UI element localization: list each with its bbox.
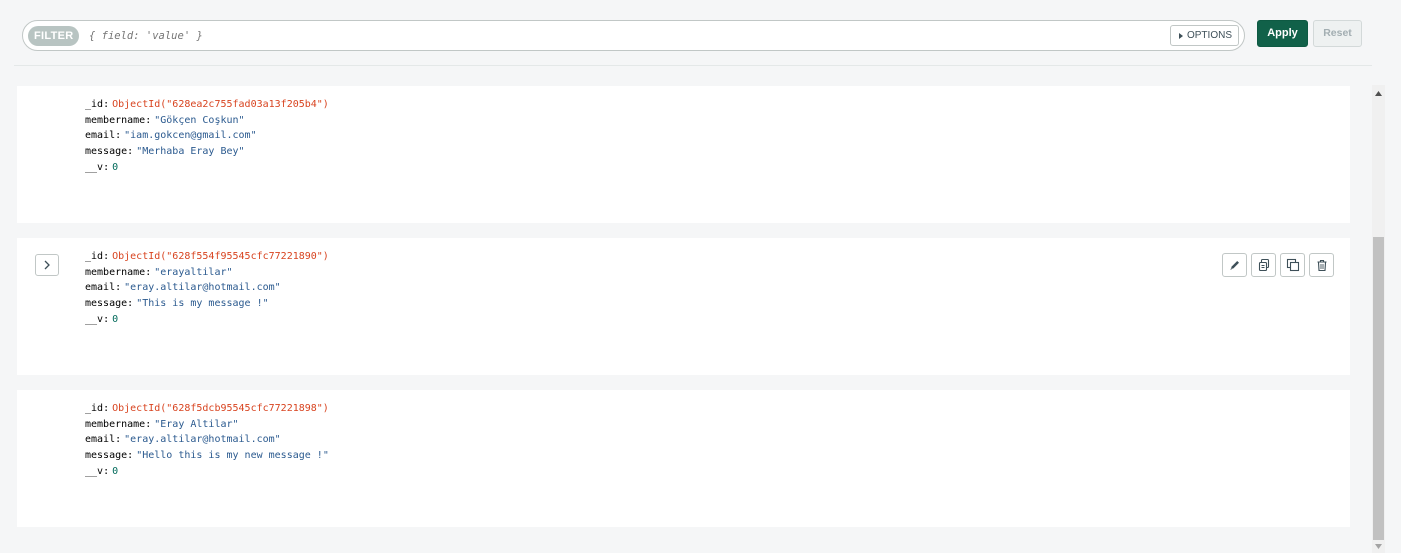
field-v: __v: 0 bbox=[85, 161, 119, 173]
field-key: _id bbox=[85, 403, 104, 414]
scrollbar-thumb[interactable] bbox=[1373, 237, 1384, 540]
field-key: membername bbox=[85, 418, 146, 430]
clone-document-button[interactable] bbox=[1280, 253, 1305, 277]
options-button[interactable]: OPTIONS bbox=[1169, 25, 1239, 46]
document-fields: _id: ObjectId("628ea2c755fad03a13f205b4")… bbox=[85, 97, 329, 175]
vertical-scrollbar[interactable] bbox=[1372, 85, 1385, 553]
field-key: _id bbox=[85, 251, 104, 262]
apply-button[interactable]: Apply bbox=[1257, 20, 1308, 47]
field-key: __v bbox=[85, 465, 104, 477]
field-value[interactable]: "Gökçen Coşkun" bbox=[154, 115, 244, 126]
trash-icon bbox=[1317, 259, 1326, 271]
field-key: membername bbox=[85, 114, 146, 126]
field-id: _id: ObjectId("628f5dcb95545cfc77221898") bbox=[85, 403, 329, 414]
options-label: OPTIONS bbox=[1186, 30, 1232, 41]
field-message: message: "This is my message !" bbox=[85, 298, 269, 310]
field-key: __v bbox=[85, 313, 104, 325]
filter-input[interactable] bbox=[89, 26, 1159, 46]
field-value[interactable]: "Merhaba Eray Bey" bbox=[136, 146, 244, 157]
field-value[interactable]: ObjectId("628f5dcb95545cfc77221898") bbox=[112, 403, 329, 414]
field-id: _id: ObjectId("628ea2c755fad03a13f205b4") bbox=[85, 99, 329, 110]
field-value[interactable]: 0 bbox=[112, 314, 118, 325]
document-fields: _id: ObjectId("628f5dcb95545cfc77221898")… bbox=[85, 401, 329, 479]
field-key: email bbox=[85, 282, 116, 294]
field-key: email bbox=[85, 434, 116, 446]
field-membername: membername: "Gökçen Coşkun" bbox=[85, 114, 245, 126]
field-value[interactable]: 0 bbox=[112, 466, 118, 477]
document-card: _id: ObjectId("628f554f95545cfc77221890")… bbox=[17, 238, 1350, 375]
field-value[interactable]: "eray.altilar@hotmail.com" bbox=[124, 282, 281, 293]
field-value[interactable]: ObjectId("628f554f95545cfc77221890") bbox=[112, 251, 329, 262]
field-value[interactable]: "Eray Altilar" bbox=[154, 419, 238, 430]
field-value[interactable]: "erayaltilar" bbox=[154, 267, 232, 278]
document-actions bbox=[1222, 253, 1334, 277]
chevron-right-icon bbox=[44, 260, 50, 270]
field-value[interactable]: "This is my message !" bbox=[136, 298, 268, 309]
field-v: __v: 0 bbox=[85, 313, 119, 325]
field-value[interactable]: "Hello this is my new message !" bbox=[136, 450, 329, 461]
scroll-down-arrow-icon[interactable] bbox=[1372, 540, 1385, 553]
field-membername: membername: "Eray Altilar" bbox=[85, 418, 239, 430]
copy-document-button[interactable] bbox=[1251, 253, 1276, 277]
field-email: email: "eray.altilar@hotmail.com" bbox=[85, 434, 281, 446]
field-value[interactable]: ObjectId("628ea2c755fad03a13f205b4") bbox=[112, 99, 329, 110]
delete-document-button[interactable] bbox=[1309, 253, 1334, 277]
reset-button[interactable]: Reset bbox=[1313, 20, 1362, 47]
field-value[interactable]: "eray.altilar@hotmail.com" bbox=[124, 434, 281, 445]
document-fields: _id: ObjectId("628f554f95545cfc77221890")… bbox=[85, 249, 329, 327]
document-card: _id: ObjectId("628ea2c755fad03a13f205b4")… bbox=[17, 86, 1350, 223]
field-id: _id: ObjectId("628f554f95545cfc77221890") bbox=[85, 251, 329, 262]
field-value[interactable]: 0 bbox=[112, 162, 118, 173]
field-membername: membername: "erayaltilar" bbox=[85, 266, 233, 278]
filter-label: FILTER bbox=[28, 26, 80, 46]
field-key: membername bbox=[85, 266, 146, 278]
field-key: email bbox=[85, 130, 116, 142]
field-email: email: "eray.altilar@hotmail.com" bbox=[85, 282, 281, 294]
field-key: message bbox=[85, 298, 128, 310]
field-key: _id bbox=[85, 99, 104, 110]
field-key: __v bbox=[85, 161, 104, 173]
expand-button[interactable] bbox=[35, 254, 59, 276]
field-message: message: "Merhaba Eray Bey" bbox=[85, 146, 245, 158]
divider bbox=[14, 65, 1372, 66]
field-message: message: "Hello this is my new message !" bbox=[85, 450, 329, 462]
caret-right-icon bbox=[1178, 32, 1183, 39]
field-key: message bbox=[85, 450, 128, 462]
field-email: email: "iam.gokcen@gmail.com" bbox=[85, 130, 257, 142]
document-card: _id: ObjectId("628f5dcb95545cfc77221898")… bbox=[17, 390, 1350, 527]
clone-icon bbox=[1286, 258, 1299, 272]
edit-document-button[interactable] bbox=[1222, 253, 1247, 277]
pencil-icon bbox=[1229, 261, 1239, 270]
clipboard-copy-icon bbox=[1258, 258, 1269, 272]
field-value[interactable]: "iam.gokcen@gmail.com" bbox=[124, 130, 256, 141]
field-key: message bbox=[85, 146, 128, 158]
filter-bar: FILTER OPTIONS bbox=[22, 20, 1245, 51]
scroll-up-arrow-icon[interactable] bbox=[1372, 87, 1385, 100]
field-v: __v: 0 bbox=[85, 465, 119, 477]
